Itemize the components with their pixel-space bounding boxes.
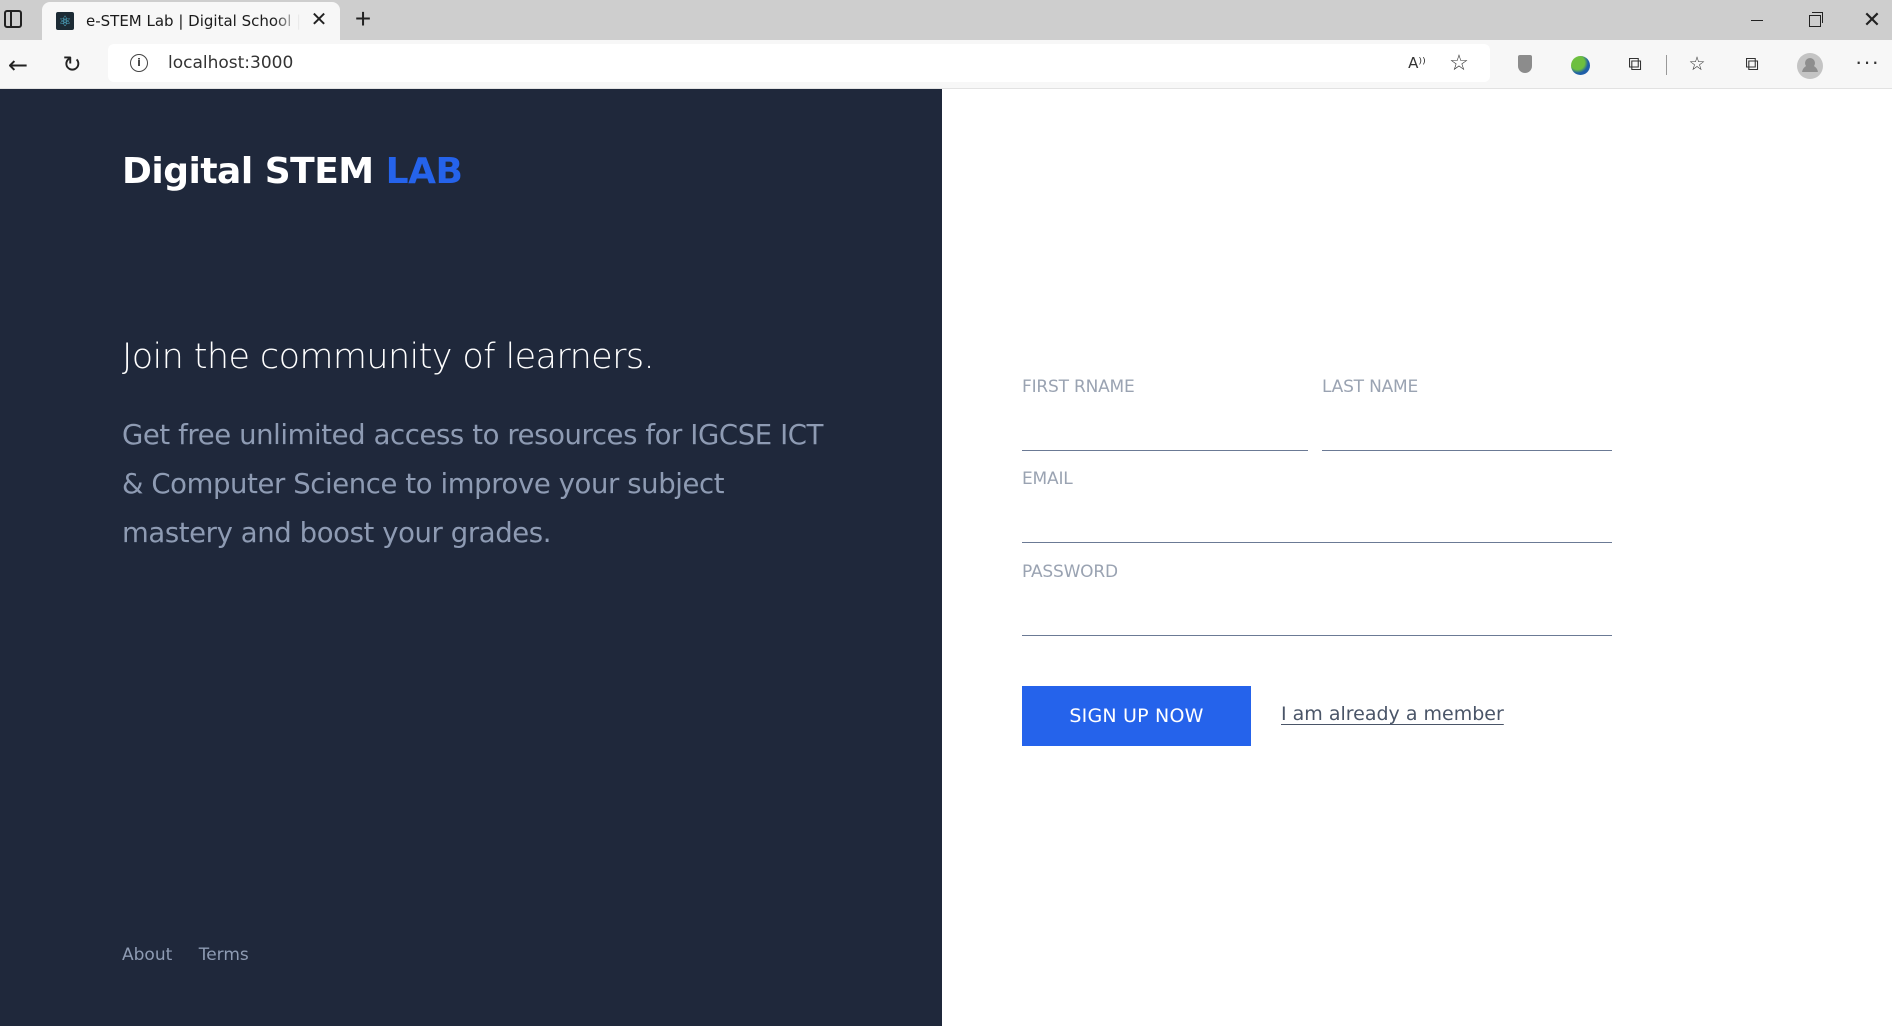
last-name-label: LAST NAME: [1322, 377, 1419, 397]
brand-main: Digital STEM: [122, 151, 386, 192]
page-headline: Join the community of learners.: [122, 337, 655, 377]
last-name-group: LAST NAME: [1322, 377, 1612, 451]
puzzle-icon[interactable]: ⧉: [1623, 53, 1647, 77]
sign-up-button[interactable]: SIGN UP NOW: [1022, 686, 1251, 746]
favorites-icon[interactable]: ☆: [1685, 53, 1709, 77]
page: Digital STEM LAB Join the community of l…: [0, 89, 1892, 1026]
react-atom-icon: ⚛: [56, 12, 74, 30]
email-group: EMAIL: [1022, 469, 1612, 543]
back-arrow-icon[interactable]: ←: [4, 51, 32, 79]
password-field[interactable]: [1022, 596, 1612, 636]
more-icon[interactable]: ···: [1855, 51, 1879, 77]
globe-icon[interactable]: [1568, 53, 1592, 77]
brand-logo[interactable]: Digital STEM LAB: [122, 151, 463, 192]
tab-actions-icon[interactable]: [4, 10, 22, 28]
star-add-icon[interactable]: ☆: [1448, 52, 1470, 74]
footer-link-terms[interactable]: Terms: [199, 945, 249, 965]
new-tab-icon[interactable]: +: [350, 5, 376, 33]
restore-icon[interactable]: [1800, 6, 1830, 34]
right-panel: FIRST RNAME LAST NAME EMAIL PASSWORD SIG…: [942, 89, 1892, 1026]
browser-tab-bar: ⚛ e-STEM Lab | Digital School | Science …: [0, 0, 1892, 40]
password-group: PASSWORD: [1022, 562, 1612, 636]
first-name-group: FIRST RNAME: [1022, 377, 1308, 451]
info-icon[interactable]: i: [130, 54, 148, 72]
read-aloud-icon[interactable]: A⁾⁾: [1406, 52, 1428, 74]
shield-icon[interactable]: [1513, 53, 1537, 77]
toolbar-divider: [1666, 55, 1667, 75]
url-text[interactable]: localhost:3000: [168, 53, 293, 73]
first-name-field[interactable]: [1022, 411, 1308, 451]
reload-icon[interactable]: ↻: [58, 51, 86, 79]
tab-title: e-STEM Lab | Digital School | Science: [86, 12, 300, 30]
address-bar[interactable]: i localhost:3000 A⁾⁾ ☆: [108, 44, 1490, 82]
collections-icon[interactable]: ⧉: [1740, 53, 1764, 77]
password-label: PASSWORD: [1022, 562, 1118, 582]
email-field[interactable]: [1022, 503, 1612, 543]
footer-links: About Terms: [122, 945, 271, 965]
left-panel: Digital STEM LAB Join the community of l…: [0, 89, 942, 1026]
footer-link-about[interactable]: About: [122, 945, 172, 965]
tab-close-icon[interactable]: ✕: [308, 9, 330, 31]
already-member-link[interactable]: I am already a member: [1281, 703, 1504, 725]
browser-toolbar: ← ↻ i localhost:3000 A⁾⁾ ☆ ⧉ ☆ ⧉ ···: [0, 40, 1892, 89]
browser-tab[interactable]: ⚛ e-STEM Lab | Digital School | Science …: [42, 2, 340, 40]
minimize-icon[interactable]: [1742, 6, 1772, 34]
email-label: EMAIL: [1022, 469, 1073, 489]
first-name-label: FIRST RNAME: [1022, 377, 1135, 397]
window-close-icon[interactable]: ✕: [1857, 6, 1887, 34]
last-name-field[interactable]: [1322, 411, 1612, 451]
profile-icon[interactable]: [1797, 53, 1823, 79]
page-description: Get free unlimited access to resources f…: [122, 419, 824, 549]
brand-accent: LAB: [385, 151, 463, 192]
